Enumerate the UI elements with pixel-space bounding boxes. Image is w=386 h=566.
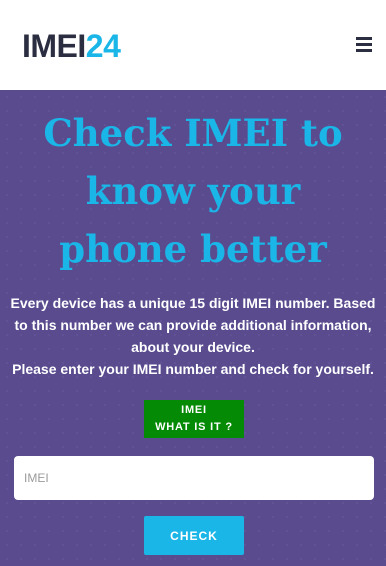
logo-text-imei: IMEI xyxy=(22,28,86,64)
hamburger-menu-icon[interactable] xyxy=(356,37,372,53)
description: Every device has a unique 15 digit IMEI … xyxy=(10,292,376,380)
page-title: Check IMEI to know your phone better xyxy=(0,104,386,278)
title-line-1: Check IMEI to xyxy=(43,111,343,155)
logo-text-24: 24 xyxy=(85,28,121,64)
menu-bar-top xyxy=(356,37,372,40)
imei-info-label: IMEI xyxy=(181,404,207,416)
imei-input[interactable] xyxy=(14,456,374,500)
check-button[interactable]: CHECK xyxy=(144,516,244,555)
title-line-3: phone better xyxy=(59,227,327,271)
menu-bar-middle xyxy=(356,43,372,46)
imei-info-question: WHAT IS IT ? xyxy=(155,421,233,433)
imei-info-button[interactable]: IMEI WHAT IS IT ? xyxy=(144,400,244,438)
title-line-2: know your xyxy=(85,169,301,213)
description-text: Every device has a unique 15 digit IMEI … xyxy=(10,295,376,355)
site-header: IMEI24 xyxy=(0,0,386,90)
menu-bar-bottom xyxy=(356,49,372,52)
hero-section: Check IMEI to know your phone better Eve… xyxy=(0,90,386,566)
logo[interactable]: IMEI24 xyxy=(22,28,121,64)
instruction-text: Please enter your IMEI number and check … xyxy=(12,361,374,377)
